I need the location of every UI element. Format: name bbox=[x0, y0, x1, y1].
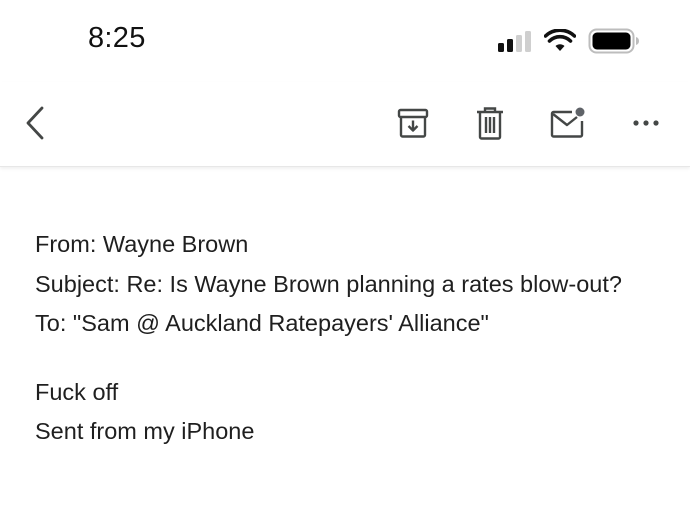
archive-icon bbox=[397, 108, 429, 138]
subject-line: Subject: Re: Is Wayne Brown planning a r… bbox=[35, 270, 622, 297]
back-icon bbox=[26, 106, 44, 140]
delete-button[interactable] bbox=[469, 102, 511, 144]
message-text: Fuck off bbox=[35, 378, 119, 405]
status-bar: 8:25 bbox=[0, 0, 690, 82]
delete-icon bbox=[477, 107, 503, 140]
header-body-gap bbox=[35, 344, 675, 373]
from-line: From: Wayne Brown bbox=[35, 231, 249, 257]
status-icons bbox=[498, 28, 640, 54]
email-body: From: Wayne Brown Subject: Re: Is Wayne … bbox=[35, 225, 675, 452]
archive-button[interactable] bbox=[392, 102, 434, 144]
email-toolbar bbox=[0, 82, 690, 167]
signature-text: Sent from my iPhone bbox=[35, 418, 255, 444]
back-button[interactable] bbox=[14, 102, 56, 144]
battery-icon bbox=[588, 28, 639, 54]
signal-icon bbox=[498, 31, 531, 52]
mark-unread-icon bbox=[550, 107, 585, 138]
more-icon bbox=[633, 120, 659, 126]
wifi-icon bbox=[544, 29, 576, 51]
to-line: To: "Sam @ Auckland Ratepayers' Alliance… bbox=[35, 310, 489, 336]
more-options-button[interactable] bbox=[625, 102, 667, 144]
mark-unread-button[interactable] bbox=[547, 102, 589, 144]
status-time: 8:25 bbox=[88, 22, 146, 54]
